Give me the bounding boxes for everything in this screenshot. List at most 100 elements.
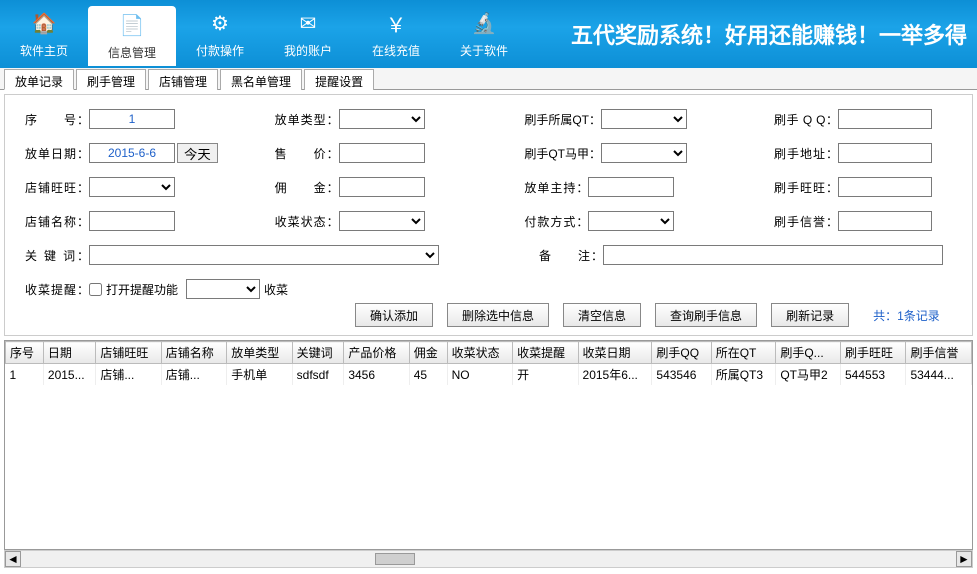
table-cell: 店铺... [161, 364, 226, 386]
form-panel: 序 号 放单类型 刷手所属QT 刷手 Q Q 放单日期今天 售 价 刷手QT马甲… [4, 94, 973, 336]
microscope-icon: 🔬 [470, 10, 498, 38]
grid-header[interactable]: 序号 [6, 342, 44, 364]
grid-header[interactable]: 放单类型 [227, 342, 292, 364]
grid-header[interactable]: 产品价格 [344, 342, 409, 364]
home-icon: 🏠 [30, 10, 58, 38]
toolbar-label: 关于软件 [460, 42, 508, 59]
scroll-thumb[interactable] [375, 553, 415, 565]
addr-input[interactable] [838, 143, 932, 163]
shopname-input[interactable] [89, 211, 175, 231]
qq-input[interactable] [838, 109, 932, 129]
tab-records[interactable]: 放单记录 [4, 69, 74, 90]
commission-label: 佣 金 [275, 179, 339, 196]
grid-header[interactable]: 收菜提醒 [513, 342, 578, 364]
toolbar-label: 信息管理 [108, 44, 156, 61]
date-input[interactable] [89, 143, 175, 163]
tab-blacklist[interactable]: 黑名单管理 [220, 69, 302, 90]
tab-shuashou[interactable]: 刷手管理 [76, 69, 146, 90]
ww-label: 刷手旺旺 [774, 179, 838, 196]
grid-header[interactable]: 店铺旺旺 [96, 342, 161, 364]
host-label: 放单主持 [524, 179, 588, 196]
scroll-right-arrow-icon[interactable]: ► [956, 551, 972, 567]
table-cell: 2015... [43, 364, 95, 386]
ww-input[interactable] [838, 177, 932, 197]
remind-suffix: 收菜 [264, 281, 288, 298]
table-cell: 开 [513, 364, 578, 386]
yen-icon: ￥ [382, 10, 410, 38]
grid-header[interactable]: 刷手信誉 [906, 342, 972, 364]
grid-header[interactable]: 日期 [43, 342, 95, 364]
tab-remind[interactable]: 提醒设置 [304, 69, 374, 90]
host-input[interactable] [588, 177, 674, 197]
toolbar-home[interactable]: 🏠 软件主页 [0, 4, 88, 64]
commission-input[interactable] [339, 177, 425, 197]
record-count: 共：1条记录 [873, 307, 940, 324]
keyword-select[interactable] [89, 245, 439, 265]
grid-header[interactable]: 店铺名称 [161, 342, 226, 364]
toolbar-account[interactable]: ✉ 我的账户 [264, 4, 352, 64]
shopww-label: 店铺旺旺 [25, 179, 89, 196]
remind-checkbox[interactable] [89, 283, 102, 296]
table-cell: 543546 [652, 364, 711, 386]
seq-input[interactable] [89, 109, 175, 129]
grid-header[interactable]: 收菜状态 [447, 342, 512, 364]
grid-header[interactable]: 刷手Q... [776, 342, 841, 364]
pay-label: 付款方式 [524, 213, 588, 230]
toolbar-label: 我的账户 [284, 42, 332, 59]
pay-select[interactable] [588, 211, 674, 231]
toolbar-label: 付款操作 [196, 42, 244, 59]
today-button[interactable]: 今天 [177, 143, 218, 163]
top-toolbar: 🏠 软件主页 📄 信息管理 ⚙ 付款操作 ✉ 我的账户 ￥ 在线充值 🔬 关于软… [0, 0, 977, 68]
status-select[interactable] [339, 211, 425, 231]
credit-label: 刷手信誉 [774, 213, 838, 230]
table-cell: 544553 [841, 364, 906, 386]
toolbar-info[interactable]: 📄 信息管理 [88, 6, 176, 66]
grid-header[interactable]: 关键词 [292, 342, 344, 364]
price-input[interactable] [339, 143, 425, 163]
toolbar-label: 软件主页 [20, 42, 68, 59]
toolbar-about[interactable]: 🔬 关于软件 [440, 4, 528, 64]
table-row[interactable]: 12015...店铺...店铺...手机单sdfsdf345645NO开2015… [6, 364, 972, 386]
table-cell: 45 [409, 364, 447, 386]
query-button[interactable]: 查询刷手信息 [655, 303, 757, 327]
clear-button[interactable]: 清空信息 [563, 303, 641, 327]
grid-header[interactable]: 收菜日期 [578, 342, 652, 364]
grid-header[interactable]: 刷手旺旺 [841, 342, 906, 364]
tab-shop[interactable]: 店铺管理 [148, 69, 218, 90]
remark-input[interactable] [603, 245, 943, 265]
grid-header[interactable]: 佣金 [409, 342, 447, 364]
table-cell: QT马甲2 [776, 364, 841, 386]
mail-icon: ✉ [294, 10, 322, 38]
sub-tabs: 放单记录 刷手管理 店铺管理 黑名单管理 提醒设置 [0, 68, 977, 90]
toolbar-recharge[interactable]: ￥ 在线充值 [352, 4, 440, 64]
type-select[interactable] [339, 109, 425, 129]
remark-label: 备 注 [539, 247, 603, 264]
price-label: 售 价 [275, 145, 339, 162]
keyword-label: 关 键 词 [25, 247, 89, 264]
grid-header[interactable]: 刷手QQ [652, 342, 711, 364]
qtma-select[interactable] [601, 143, 687, 163]
confirm-button[interactable]: 确认添加 [355, 303, 433, 327]
table-cell: 2015年6... [578, 364, 652, 386]
qtma-label: 刷手QT马甲 [524, 145, 601, 162]
toolbar-pay[interactable]: ⚙ 付款操作 [176, 4, 264, 64]
credit-input[interactable] [838, 211, 932, 231]
type-label: 放单类型 [275, 111, 339, 128]
shopww-select[interactable] [89, 177, 175, 197]
qt-select[interactable] [601, 109, 687, 129]
table-cell: 手机单 [227, 364, 292, 386]
table-cell: 所属QT3 [711, 364, 776, 386]
remind-select[interactable] [186, 279, 260, 299]
refresh-button[interactable]: 刷新记录 [771, 303, 849, 327]
seq-label: 序 号 [25, 111, 89, 128]
qt-label: 刷手所属QT [524, 111, 601, 128]
qq-label: 刷手 Q Q [774, 111, 838, 128]
table-cell: sdfsdf [292, 364, 344, 386]
grid-header[interactable]: 所在QT [711, 342, 776, 364]
data-grid[interactable]: 序号日期店铺旺旺店铺名称放单类型关键词产品价格佣金收菜状态收菜提醒收菜日期刷手Q… [4, 340, 973, 550]
table-cell: 53444... [906, 364, 972, 386]
horizontal-scrollbar[interactable]: ◄ ► [4, 550, 973, 568]
remind-check-label: 打开提醒功能 [106, 281, 178, 298]
delete-button[interactable]: 删除选中信息 [447, 303, 549, 327]
scroll-left-arrow-icon[interactable]: ◄ [5, 551, 21, 567]
